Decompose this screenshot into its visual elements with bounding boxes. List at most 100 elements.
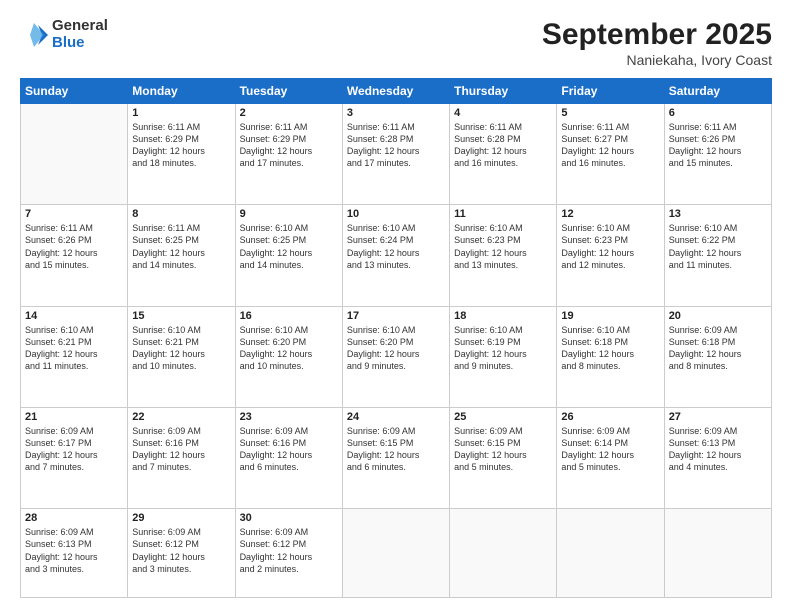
day-number: 26 xyxy=(561,411,659,423)
table-row: 26Sunrise: 6:09 AMSunset: 6:14 PMDayligh… xyxy=(557,407,664,508)
day-number: 2 xyxy=(240,107,338,119)
day-content: Sunrise: 6:10 AMSunset: 6:20 PMDaylight:… xyxy=(347,324,445,373)
day-content: Sunrise: 6:09 AMSunset: 6:13 PMDaylight:… xyxy=(25,526,123,575)
day-number: 22 xyxy=(132,411,230,423)
table-row: 10 Sunrise: 6:10 AMSunset: 6:24 PMDayligh… xyxy=(342,205,449,306)
header-sunday: Sunday xyxy=(21,79,128,104)
day-content: Sunrise: 6:10 AMSunset: 6:24 PMDaylight:… xyxy=(347,222,445,271)
day-number: 12 xyxy=(561,208,659,220)
day-content: Sunrise: 6:10 AMSunset: 6:19 PMDaylight:… xyxy=(454,324,552,373)
table-row: 4 Sunrise: 6:11 AMSunset: 6:28 PMDaylight… xyxy=(450,104,557,205)
day-content: Sunrise: 6:09 AMSunset: 6:12 PMDaylight:… xyxy=(132,526,230,575)
day-content: Sunrise: 6:11 AMSunset: 6:27 PMDaylight:… xyxy=(561,121,659,170)
day-content: Sunrise: 6:09 AMSunset: 6:16 PMDaylight:… xyxy=(240,425,338,474)
day-content: Sunrise: 6:10 AMSunset: 6:22 PMDaylight:… xyxy=(669,222,767,271)
header-friday: Friday xyxy=(557,79,664,104)
table-row: 19 Sunrise: 6:10 AMSunset: 6:18 PMDayligh… xyxy=(557,306,664,407)
day-number: 3 xyxy=(347,107,445,119)
header-thursday: Thursday xyxy=(450,79,557,104)
header-wednesday: Wednesday xyxy=(342,79,449,104)
day-content: Sunrise: 6:10 AMSunset: 6:21 PMDaylight:… xyxy=(25,324,123,373)
day-number: 10 xyxy=(347,208,445,220)
table-row: 5 Sunrise: 6:11 AMSunset: 6:27 PMDaylight… xyxy=(557,104,664,205)
day-content: Sunrise: 6:11 AMSunset: 6:26 PMDaylight:… xyxy=(25,222,123,271)
day-content: Sunrise: 6:10 AMSunset: 6:20 PMDaylight:… xyxy=(240,324,338,373)
calendar-table: Sunday Monday Tuesday Wednesday Thursday… xyxy=(20,78,772,598)
day-content: Sunrise: 6:09 AMSunset: 6:12 PMDaylight:… xyxy=(240,526,338,575)
table-row: 11 Sunrise: 6:10 AMSunset: 6:23 PMDayligh… xyxy=(450,205,557,306)
table-row: 21 Sunrise: 6:09 AMSunset: 6:17 PMDayligh… xyxy=(21,407,128,508)
table-row: 17 Sunrise: 6:10 AMSunset: 6:20 PMDayligh… xyxy=(342,306,449,407)
table-row xyxy=(557,509,664,598)
day-number: 15 xyxy=(132,310,230,322)
day-content: Sunrise: 6:09 AMSunset: 6:16 PMDaylight:… xyxy=(132,425,230,474)
month-year-title: September 2025 xyxy=(542,18,772,52)
table-row: 7 Sunrise: 6:11 AMSunset: 6:26 PMDaylight… xyxy=(21,205,128,306)
day-number: 7 xyxy=(25,208,123,220)
calendar-header-row: Sunday Monday Tuesday Wednesday Thursday… xyxy=(21,79,772,104)
day-content: Sunrise: 6:09 AMSunset: 6:15 PMDaylight:… xyxy=(347,425,445,474)
table-row: 14 Sunrise: 6:10 AMSunset: 6:21 PMDayligh… xyxy=(21,306,128,407)
day-number: 13 xyxy=(669,208,767,220)
day-number: 17 xyxy=(347,310,445,322)
table-row: 20 Sunrise: 6:09 AMSunset: 6:18 PMDayligh… xyxy=(664,306,771,407)
day-content: Sunrise: 6:09 AMSunset: 6:13 PMDaylight:… xyxy=(669,425,767,474)
day-number: 25 xyxy=(454,411,552,423)
day-number: 5 xyxy=(561,107,659,119)
day-number: 4 xyxy=(454,107,552,119)
table-row: 12Sunrise: 6:10 AMSunset: 6:23 PMDayligh… xyxy=(557,205,664,306)
day-number: 9 xyxy=(240,208,338,220)
table-row: 30 Sunrise: 6:09 AMSunset: 6:12 PMDayligh… xyxy=(235,509,342,598)
table-row: 23 Sunrise: 6:09 AMSunset: 6:16 PMDayligh… xyxy=(235,407,342,508)
table-row: 29 Sunrise: 6:09 AMSunset: 6:12 PMDayligh… xyxy=(128,509,235,598)
title-block: September 2025 Naniekaha, Ivory Coast xyxy=(542,18,772,68)
table-row xyxy=(21,104,128,205)
day-number: 19 xyxy=(561,310,659,322)
day-number: 18 xyxy=(454,310,552,322)
logo-line2: Blue xyxy=(52,35,108,52)
day-content: Sunrise: 6:09 AMSunset: 6:17 PMDaylight:… xyxy=(25,425,123,474)
day-content: Sunrise: 6:11 AMSunset: 6:29 PMDaylight:… xyxy=(240,121,338,170)
day-number: 21 xyxy=(25,411,123,423)
table-row: 22 Sunrise: 6:09 AMSunset: 6:16 PMDayligh… xyxy=(128,407,235,508)
table-row: 28 Sunrise: 6:09 AMSunset: 6:13 PMDayligh… xyxy=(21,509,128,598)
logo: General Blue xyxy=(20,18,108,51)
day-number: 14 xyxy=(25,310,123,322)
table-row: 13 Sunrise: 6:10 AMSunset: 6:22 PMDayligh… xyxy=(664,205,771,306)
day-number: 23 xyxy=(240,411,338,423)
day-number: 27 xyxy=(669,411,767,423)
day-number: 24 xyxy=(347,411,445,423)
table-row: 18 Sunrise: 6:10 AMSunset: 6:19 PMDayligh… xyxy=(450,306,557,407)
table-row: 6Sunrise: 6:11 AMSunset: 6:26 PMDaylight… xyxy=(664,104,771,205)
header-tuesday: Tuesday xyxy=(235,79,342,104)
day-number: 8 xyxy=(132,208,230,220)
day-content: Sunrise: 6:11 AMSunset: 6:28 PMDaylight:… xyxy=(454,121,552,170)
day-content: Sunrise: 6:11 AMSunset: 6:28 PMDaylight:… xyxy=(347,121,445,170)
logo-icon xyxy=(20,21,48,49)
table-row xyxy=(342,509,449,598)
day-number: 1 xyxy=(132,107,230,119)
day-number: 16 xyxy=(240,310,338,322)
logo-line1: General xyxy=(52,18,108,35)
day-number: 11 xyxy=(454,208,552,220)
day-number: 20 xyxy=(669,310,767,322)
day-content: Sunrise: 6:09 AMSunset: 6:18 PMDaylight:… xyxy=(669,324,767,373)
day-content: Sunrise: 6:10 AMSunset: 6:25 PMDaylight:… xyxy=(240,222,338,271)
logo-text: General Blue xyxy=(52,18,108,51)
header-saturday: Saturday xyxy=(664,79,771,104)
day-content: Sunrise: 6:10 AMSunset: 6:18 PMDaylight:… xyxy=(561,324,659,373)
table-row: 24 Sunrise: 6:09 AMSunset: 6:15 PMDayligh… xyxy=(342,407,449,508)
day-content: Sunrise: 6:10 AMSunset: 6:23 PMDaylight:… xyxy=(454,222,552,271)
table-row: 27 Sunrise: 6:09 AMSunset: 6:13 PMDayligh… xyxy=(664,407,771,508)
table-row: 3 Sunrise: 6:11 AMSunset: 6:28 PMDaylight… xyxy=(342,104,449,205)
day-number: 28 xyxy=(25,512,123,524)
table-row: 9 Sunrise: 6:10 AMSunset: 6:25 PMDaylight… xyxy=(235,205,342,306)
table-row: 15 Sunrise: 6:10 AMSunset: 6:21 PMDayligh… xyxy=(128,306,235,407)
table-row: 2 Sunrise: 6:11 AMSunset: 6:29 PMDaylight… xyxy=(235,104,342,205)
day-content: Sunrise: 6:11 AMSunset: 6:29 PMDaylight:… xyxy=(132,121,230,170)
day-content: Sunrise: 6:10 AMSunset: 6:21 PMDaylight:… xyxy=(132,324,230,373)
day-number: 30 xyxy=(240,512,338,524)
day-number: 29 xyxy=(132,512,230,524)
page-header: General Blue September 2025 Naniekaha, I… xyxy=(20,18,772,68)
header-monday: Monday xyxy=(128,79,235,104)
